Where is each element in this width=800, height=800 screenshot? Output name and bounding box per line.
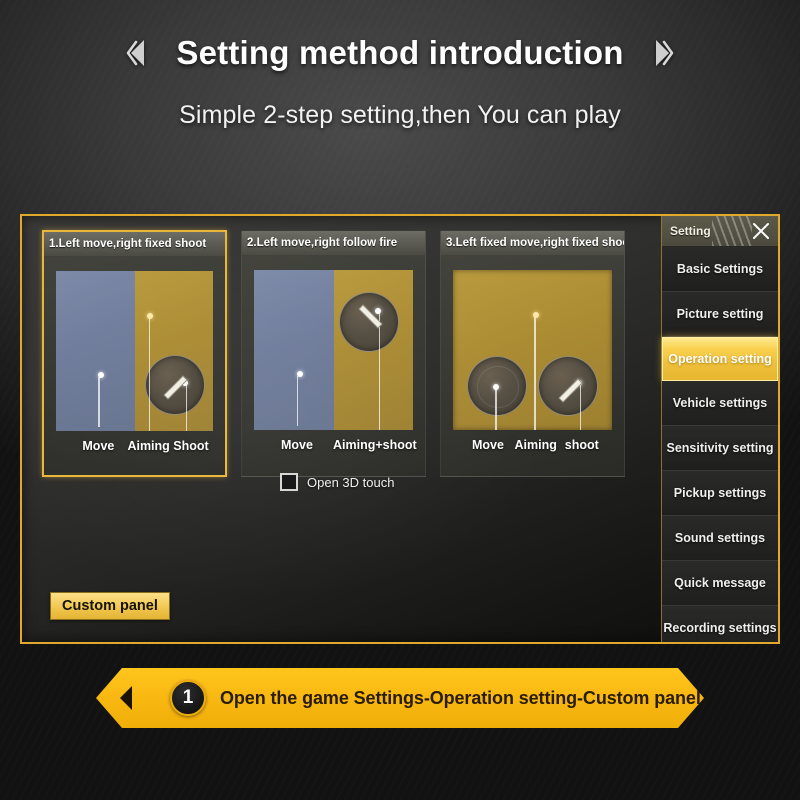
move-point-dot (296, 370, 303, 377)
leader-line (495, 388, 497, 430)
mode-card-1-body: Move Aiming Shoot (44, 257, 225, 475)
aim-needle-icon (159, 369, 193, 403)
mode-card-1[interactable]: 1.Left move,right fixed shoot Move Aimin… (42, 230, 227, 477)
menu-item-picture-setting[interactable]: Picture setting (662, 292, 778, 337)
label-move: Move (82, 439, 115, 453)
step-number-badge: 1 (170, 680, 206, 716)
chevron-double-right-icon (644, 36, 678, 70)
move-point-dot (493, 384, 499, 390)
mode-card-3-labels: Move Aiming shoot (453, 438, 612, 464)
label-move: Move (471, 438, 504, 452)
label-shoot: shoot (564, 438, 599, 452)
aim-needle-icon (554, 372, 588, 406)
mode-card-1-preview (56, 271, 213, 431)
label-aiming: Aiming (127, 439, 170, 453)
close-x-icon[interactable] (752, 222, 770, 240)
stripe-decoration (712, 216, 752, 246)
aim-needle-icon (353, 302, 387, 336)
chevron-double-left-icon (122, 36, 156, 70)
aiming-point-dot (532, 311, 539, 318)
open-3d-touch-row[interactable]: Open 3D touch (280, 473, 413, 491)
triangle-left-icon (118, 685, 134, 711)
triangle-right-icon (711, 685, 727, 711)
settings-menu-title: Setting (670, 224, 711, 238)
mode-card-3-body: Move Aiming shoot (441, 256, 624, 474)
menu-item-recording-settings[interactable]: Recording settings (662, 606, 778, 642)
open-3d-touch-label: Open 3D touch (307, 474, 395, 490)
label-aiming-shoot: Aiming+shoot (332, 438, 417, 452)
menu-item-pickup-settings[interactable]: Pickup settings (662, 471, 778, 516)
mode-card-2-labels: Move Aiming+shoot (254, 438, 417, 464)
mode-card-3-preview (453, 270, 612, 430)
settings-menu: Setting Basic Settings Picture setting O… (661, 216, 778, 642)
settings-menu-header: Setting (662, 216, 778, 247)
label-shoot: Shoot (173, 439, 209, 453)
leader-line (98, 376, 100, 427)
move-zone (254, 270, 334, 430)
menu-item-quick-message[interactable]: Quick message (662, 561, 778, 606)
game-settings-panel: 1.Left move,right fixed shoot Move Aimin… (20, 214, 780, 644)
title-row: Setting method introduction (0, 34, 800, 72)
label-move: Move (280, 438, 313, 452)
mode-card-3[interactable]: 3.Left fixed move,right fixed shoot Move… (440, 230, 625, 477)
mode-card-1-title: 1.Left move,right fixed shoot (44, 232, 225, 257)
aiming-point-dot (147, 312, 154, 319)
mode-card-1-labels: Move Aiming Shoot (56, 439, 213, 465)
menu-item-basic-settings[interactable]: Basic Settings (662, 247, 778, 292)
move-zone (56, 271, 135, 431)
menu-item-vehicle-settings[interactable]: Vehicle settings (662, 381, 778, 426)
menu-item-operation-setting[interactable]: Operation setting (662, 337, 778, 381)
open-3d-touch-checkbox[interactable] (280, 473, 298, 491)
screenshot-root: Setting method introduction Simple 2-ste… (0, 0, 800, 800)
menu-item-sound-settings[interactable]: Sound settings (662, 516, 778, 561)
step-banner-text: Open the game Settings-Operation setting… (220, 687, 701, 708)
header: Setting method introduction Simple 2-ste… (0, 34, 800, 130)
leader-line (148, 317, 151, 431)
mode-card-2-title: 2.Left move,right follow fire (242, 231, 425, 256)
custom-panel-button[interactable]: Custom panel (50, 592, 170, 620)
menu-item-sensitivity-setting[interactable]: Sensitivity setting (662, 426, 778, 471)
mode-cards-list: 1.Left move,right fixed shoot Move Aimin… (42, 230, 625, 491)
step-banner: 1 Open the game Settings-Operation setti… (96, 668, 704, 728)
label-aiming: Aiming (514, 438, 557, 452)
leader-line (296, 375, 299, 426)
mode-card-2[interactable]: 2.Left move,right follow fire Move Aimin… (241, 230, 426, 491)
mode-card-3-title: 3.Left fixed move,right fixed shoot (441, 231, 624, 256)
mode-card-2-body: Move Aiming+shoot Open 3D touch (242, 256, 425, 491)
page-subtitle: Simple 2-step setting,then You can play (179, 101, 621, 129)
mode-card-2-preview (254, 270, 413, 430)
page-title: Setting method introduction (176, 34, 624, 71)
leader-line (534, 316, 536, 430)
